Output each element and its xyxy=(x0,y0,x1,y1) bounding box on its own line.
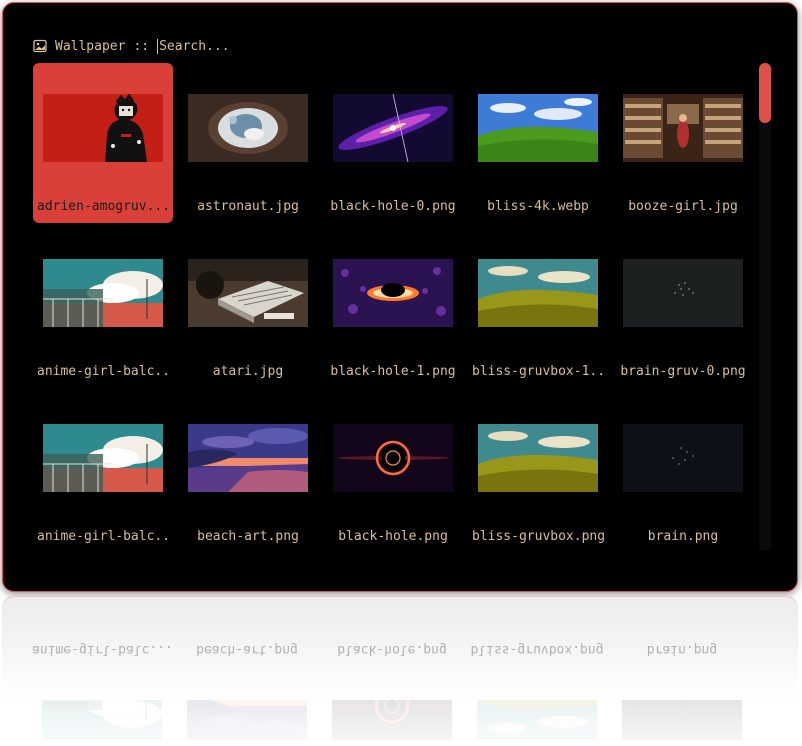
wallpaper-filename: adrien-amogruv.... xyxy=(37,199,169,214)
scrollbar-thumb[interactable] xyxy=(759,63,771,123)
wallpaper-filename: booze-girl.jpg xyxy=(628,199,738,214)
wallpaper-filename: astronaut.jpg xyxy=(197,199,299,214)
wallpaper-thumbnail xyxy=(333,94,453,162)
wallpaper-tile[interactable]: astronaut.jpg xyxy=(178,63,318,223)
wallpaper-thumbnail xyxy=(188,259,308,327)
wallpaper-picker-window: Wallpaper :: adrien-amogruv.... astronau… xyxy=(2,2,798,592)
picker-title: Wallpaper xyxy=(55,38,126,54)
wallpaper-filename: black-hole.png xyxy=(338,529,448,544)
wallpaper-filename: brain-gruv-0.png xyxy=(620,364,746,379)
wallpaper-tile[interactable]: bliss-4k.webp xyxy=(468,63,608,223)
wallpaper-filename: anime-girl-balc... xyxy=(37,364,169,379)
wallpaper-thumbnail xyxy=(623,94,743,162)
wallpaper-thumbnail xyxy=(478,94,598,162)
window-reflection: anime-girl-balc... beach-art.png black-h… xyxy=(2,596,798,746)
wallpaper-thumbnail xyxy=(333,259,453,327)
wallpaper-filename: bliss-gruvbox.png xyxy=(472,529,604,544)
wallpaper-tile[interactable]: black-hole-0.png xyxy=(323,63,463,223)
wallpaper-filename: bliss-4k.webp xyxy=(487,199,589,214)
wallpaper-thumbnail xyxy=(333,424,453,492)
wallpaper-filename: anime-girl-balc... xyxy=(37,529,169,544)
wallpaper-tile[interactable]: bliss-gruvbox-1... xyxy=(468,228,608,388)
image-icon xyxy=(33,39,47,53)
wallpaper-thumbnail xyxy=(478,259,598,327)
search-bar: Wallpaper :: xyxy=(33,35,360,57)
wallpaper-filename: brain.png xyxy=(647,529,719,544)
wallpaper-tile[interactable]: black-hole.png xyxy=(323,393,463,553)
wallpaper-thumbnail xyxy=(43,259,163,327)
wallpaper-tile[interactable]: beach-art.png xyxy=(178,393,318,553)
wallpaper-filename: black-hole-0.png xyxy=(330,199,456,214)
wallpaper-tile[interactable]: booze-girl.jpg xyxy=(613,63,753,223)
wallpaper-tile[interactable]: black-hole-1.png xyxy=(323,228,463,388)
wallpaper-thumbnail xyxy=(478,424,598,492)
scrollbar[interactable] xyxy=(759,63,771,551)
wallpaper-tile[interactable]: anime-girl-balc... xyxy=(33,228,173,388)
wallpaper-thumbnail xyxy=(623,424,743,492)
wallpaper-tile[interactable]: brain-gruv-0.png xyxy=(613,228,753,388)
wallpaper-tile[interactable]: bliss-gruvbox.png xyxy=(468,393,608,553)
wallpaper-thumbnail xyxy=(188,94,308,162)
wallpaper-picker-stage: Wallpaper :: adrien-amogruv.... astronau… xyxy=(0,0,802,746)
reflection-fade xyxy=(2,596,798,746)
wallpaper-thumbnail xyxy=(623,259,743,327)
title-separator: :: xyxy=(133,38,150,54)
wallpaper-thumbnail xyxy=(188,424,308,492)
wallpaper-filename: atari.jpg xyxy=(212,364,284,379)
wallpaper-tile[interactable]: brain.png xyxy=(613,393,753,553)
wallpaper-thumbnail xyxy=(43,94,163,162)
wallpaper-tile[interactable]: atari.jpg xyxy=(178,228,318,388)
wallpaper-thumbnail xyxy=(43,424,163,492)
wallpaper-filename: black-hole-1.png xyxy=(330,364,456,379)
wallpaper-filename: bliss-gruvbox-1... xyxy=(472,364,604,379)
wallpaper-tile-selected[interactable]: adrien-amogruv.... xyxy=(33,63,173,223)
wallpaper-tile[interactable]: anime-girl-balc... xyxy=(33,393,173,553)
wallpaper-filename: beach-art.png xyxy=(197,529,299,544)
search-input[interactable] xyxy=(157,38,360,54)
